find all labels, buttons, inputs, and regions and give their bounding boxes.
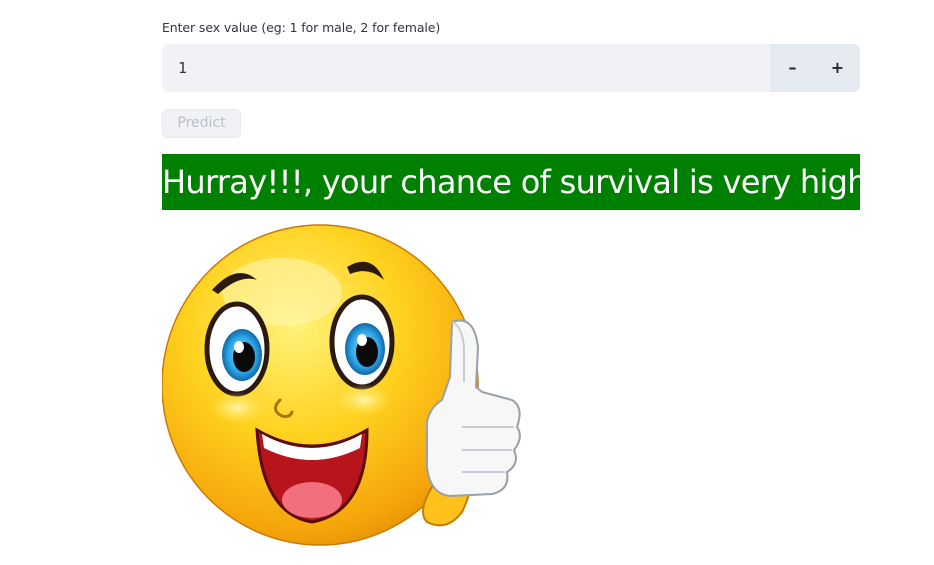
sex-input-label: Enter sex value (eg: 1 for male, 2 for f…	[162, 20, 441, 35]
number-stepper: – +	[770, 44, 860, 92]
tongue	[282, 482, 342, 518]
sex-number-input: – +	[162, 44, 860, 92]
smiling-emoji-thumbs-up-image	[162, 224, 521, 546]
result-message: Hurray!!!, your chance of survival is ve…	[162, 154, 860, 210]
decrement-button[interactable]: –	[770, 44, 815, 92]
main-content: Enter sex value (eg: 1 for male, 2 for f…	[162, 0, 860, 565]
predict-button[interactable]: Predict	[162, 109, 241, 138]
increment-button[interactable]: +	[815, 44, 860, 92]
sex-value-field[interactable]	[178, 44, 738, 92]
